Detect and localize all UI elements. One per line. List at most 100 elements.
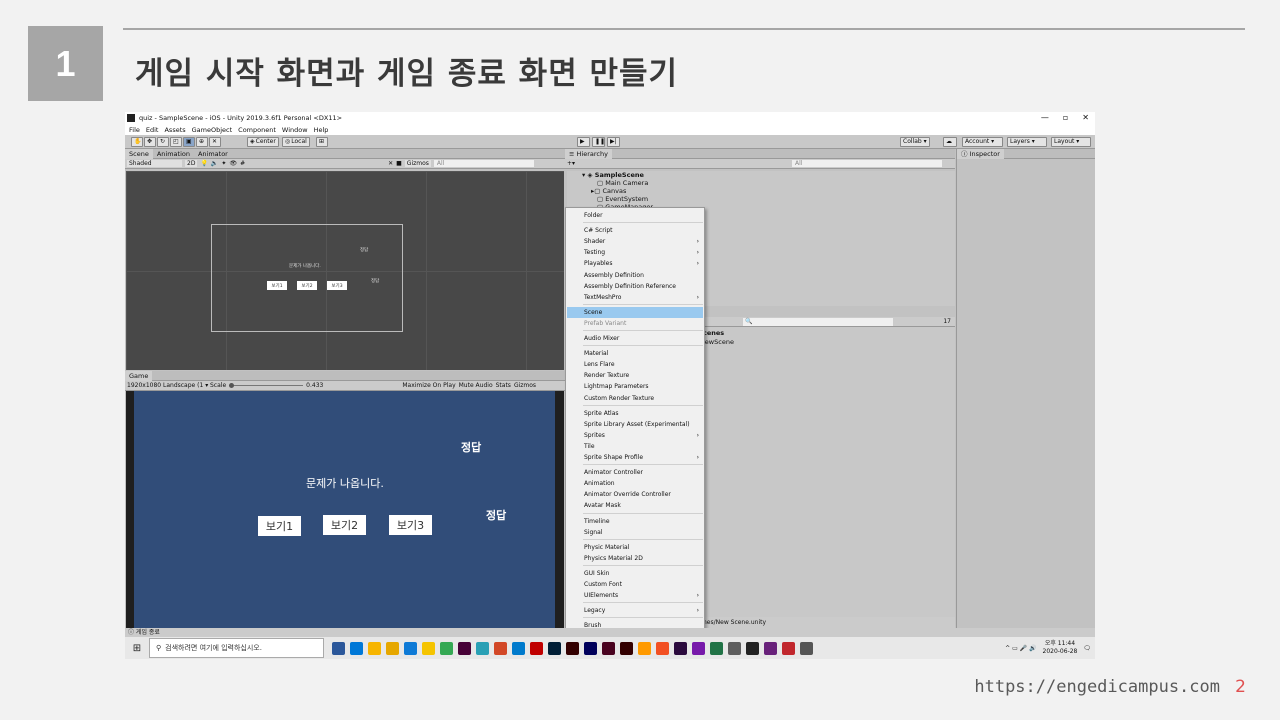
scene-choice-button-3[interactable]: 보기3 [327,281,347,290]
game-gizmos-dropdown[interactable]: Gizmos [514,382,536,389]
menu-assets[interactable]: Assets [164,126,185,134]
menu-component[interactable]: Component [238,126,276,134]
taskbar-app-icon[interactable] [728,641,741,655]
windows-start-icon[interactable]: ⊞ [125,637,149,659]
cloud-icon[interactable]: ☁ [943,137,957,147]
choice-button-1[interactable]: 보기1 [258,516,301,536]
transform-tool-icon[interactable]: ⊕ [196,137,208,147]
menu-item[interactable]: C# Script [567,225,703,236]
choice-button-2[interactable]: 보기2 [323,515,366,535]
menu-item[interactable]: Assembly Definition [567,270,703,281]
scale-tool-icon[interactable]: ◰ [170,137,182,147]
effects-icon[interactable]: ✦ [221,160,226,167]
menu-item[interactable]: Material [567,348,703,359]
taskbar-app-icon[interactable] [440,641,453,655]
menu-item[interactable]: Shader › [567,236,703,247]
taskbar-app-icon[interactable] [476,641,489,655]
grid-icon[interactable]: # [240,160,245,167]
menu-item[interactable]: Legacy › [567,605,703,616]
camera-icon[interactable]: ■ [396,160,402,167]
scale-slider[interactable] [229,383,304,388]
audio-icon[interactable]: 🔈 [211,160,218,167]
mute-audio-toggle[interactable]: Mute Audio [459,382,493,389]
menu-item[interactable]: Timeline [567,516,703,527]
menu-item[interactable]: Avatar Mask [567,500,703,511]
menu-item[interactable]: Assembly Definition Reference [567,281,703,292]
play-icon[interactable]: ▶ [577,137,590,147]
scene-search-input[interactable]: All [433,160,534,167]
taskbar-app-icon[interactable] [512,641,525,655]
taskbar-app-icon[interactable] [530,641,543,655]
menu-item[interactable]: Sprite Shape Profile › [567,452,703,463]
mode-2d-toggle[interactable]: 2D [185,160,198,167]
minimize-button[interactable]: — [1041,112,1049,124]
menu-item[interactable]: Audio Mixer [567,333,703,344]
shading-dropdown[interactable]: Shaded [127,160,182,167]
menu-item[interactable]: Animator Controller [567,467,703,478]
menu-item[interactable]: Physic Material [567,542,703,553]
taskbar-app-icon[interactable] [674,641,687,655]
hierarchy-scene-item[interactable]: ▾ ◈ SampleScene [582,171,644,179]
taskbar-clock[interactable]: 오후 11:44 2020-06-28 [1043,640,1078,656]
taskbar-app-icon[interactable] [656,641,669,655]
menu-item[interactable]: Signal [567,527,703,538]
close-button[interactable]: ✕ [1082,112,1089,124]
snap-icon[interactable]: ⊞ [316,137,328,147]
hierarchy-search-input[interactable]: All [792,160,943,167]
taskbar-search-input[interactable]: ⚲ 검색하려면 여기에 입력하십시오. [149,638,324,658]
menu-item[interactable]: Lightmap Parameters [567,381,703,392]
resolution-dropdown[interactable]: 1920x1080 Landscape (1 ▾ [127,382,208,389]
taskbar-app-icon[interactable] [422,641,435,655]
tools-icon[interactable]: ✕ [388,160,393,167]
gizmos-dropdown[interactable]: Gizmos [404,160,431,167]
taskbar-app-icon[interactable] [350,641,363,655]
menu-item[interactable]: Render Texture [567,370,703,381]
taskbar-app-icon[interactable] [332,641,345,655]
maximize-on-play-toggle[interactable]: Maximize On Play [402,382,455,389]
taskbar-app-icon[interactable] [638,641,651,655]
custom-tool-icon[interactable]: ✕ [209,137,221,147]
taskbar-app-icon[interactable] [710,641,723,655]
pivot-center-button[interactable]: ◈ Center [247,137,279,147]
taskbar-app-icon[interactable] [584,641,597,655]
tab-scene[interactable]: Scene [125,148,153,159]
choice-button-3[interactable]: 보기3 [389,515,432,535]
slider-thumb[interactable] [229,383,235,388]
taskbar-app-icon[interactable] [548,641,561,655]
tab-game[interactable]: Game [125,370,153,381]
move-tool-icon[interactable]: ✥ [144,137,156,147]
notification-icon[interactable]: 🗨 [1083,645,1091,652]
menu-item[interactable]: Sprite Atlas [567,408,703,419]
taskbar-app-icon[interactable] [692,641,705,655]
menu-item[interactable]: Physics Material 2D [567,553,703,564]
taskbar-app-icon[interactable] [566,641,579,655]
menu-item[interactable]: TextMeshPro › [567,292,703,303]
menu-gameobject[interactable]: GameObject [192,126,233,134]
menu-item[interactable]: Tile [567,441,703,452]
project-item[interactable]: lewScene [703,338,734,346]
layers-button[interactable]: Layers ▾ [1007,137,1047,147]
project-search-input[interactable]: 🔍 [743,318,893,326]
tab-hierarchy[interactable]: ≡ Hierarchy [565,148,612,159]
taskbar-app-icon[interactable] [800,641,813,655]
hierarchy-item[interactable]: ▢ Main Camera [597,179,648,187]
taskbar-app-icon[interactable] [404,641,417,655]
menu-window[interactable]: Window [282,126,308,134]
taskbar-app-icon[interactable] [746,641,759,655]
menu-help[interactable]: Help [314,126,329,134]
account-button[interactable]: Account ▾ [962,137,1003,147]
hierarchy-item[interactable]: ▸▢ Canvas [591,187,626,195]
taskbar-app-icon[interactable] [782,641,795,655]
pivot-local-button[interactable]: ◎ Local [282,137,310,147]
taskbar-app-icon[interactable] [764,641,777,655]
menu-item[interactable]: Sprites › [567,430,703,441]
menu-item[interactable]: Prefab Variant [567,318,703,329]
tab-animation[interactable]: Animation [153,149,194,159]
tray-icons[interactable]: ^ ▭ 🎤 🔊 [1005,645,1036,652]
menu-item[interactable]: GUI Skin [567,568,703,579]
menu-item[interactable]: Custom Render Texture [567,393,703,404]
menu-item[interactable]: Scene [567,306,703,318]
menu-edit[interactable]: Edit [146,126,159,134]
hierarchy-item[interactable]: ▢ EventSystem [597,195,648,203]
scene-choice-button-2[interactable]: 보기2 [297,281,317,290]
